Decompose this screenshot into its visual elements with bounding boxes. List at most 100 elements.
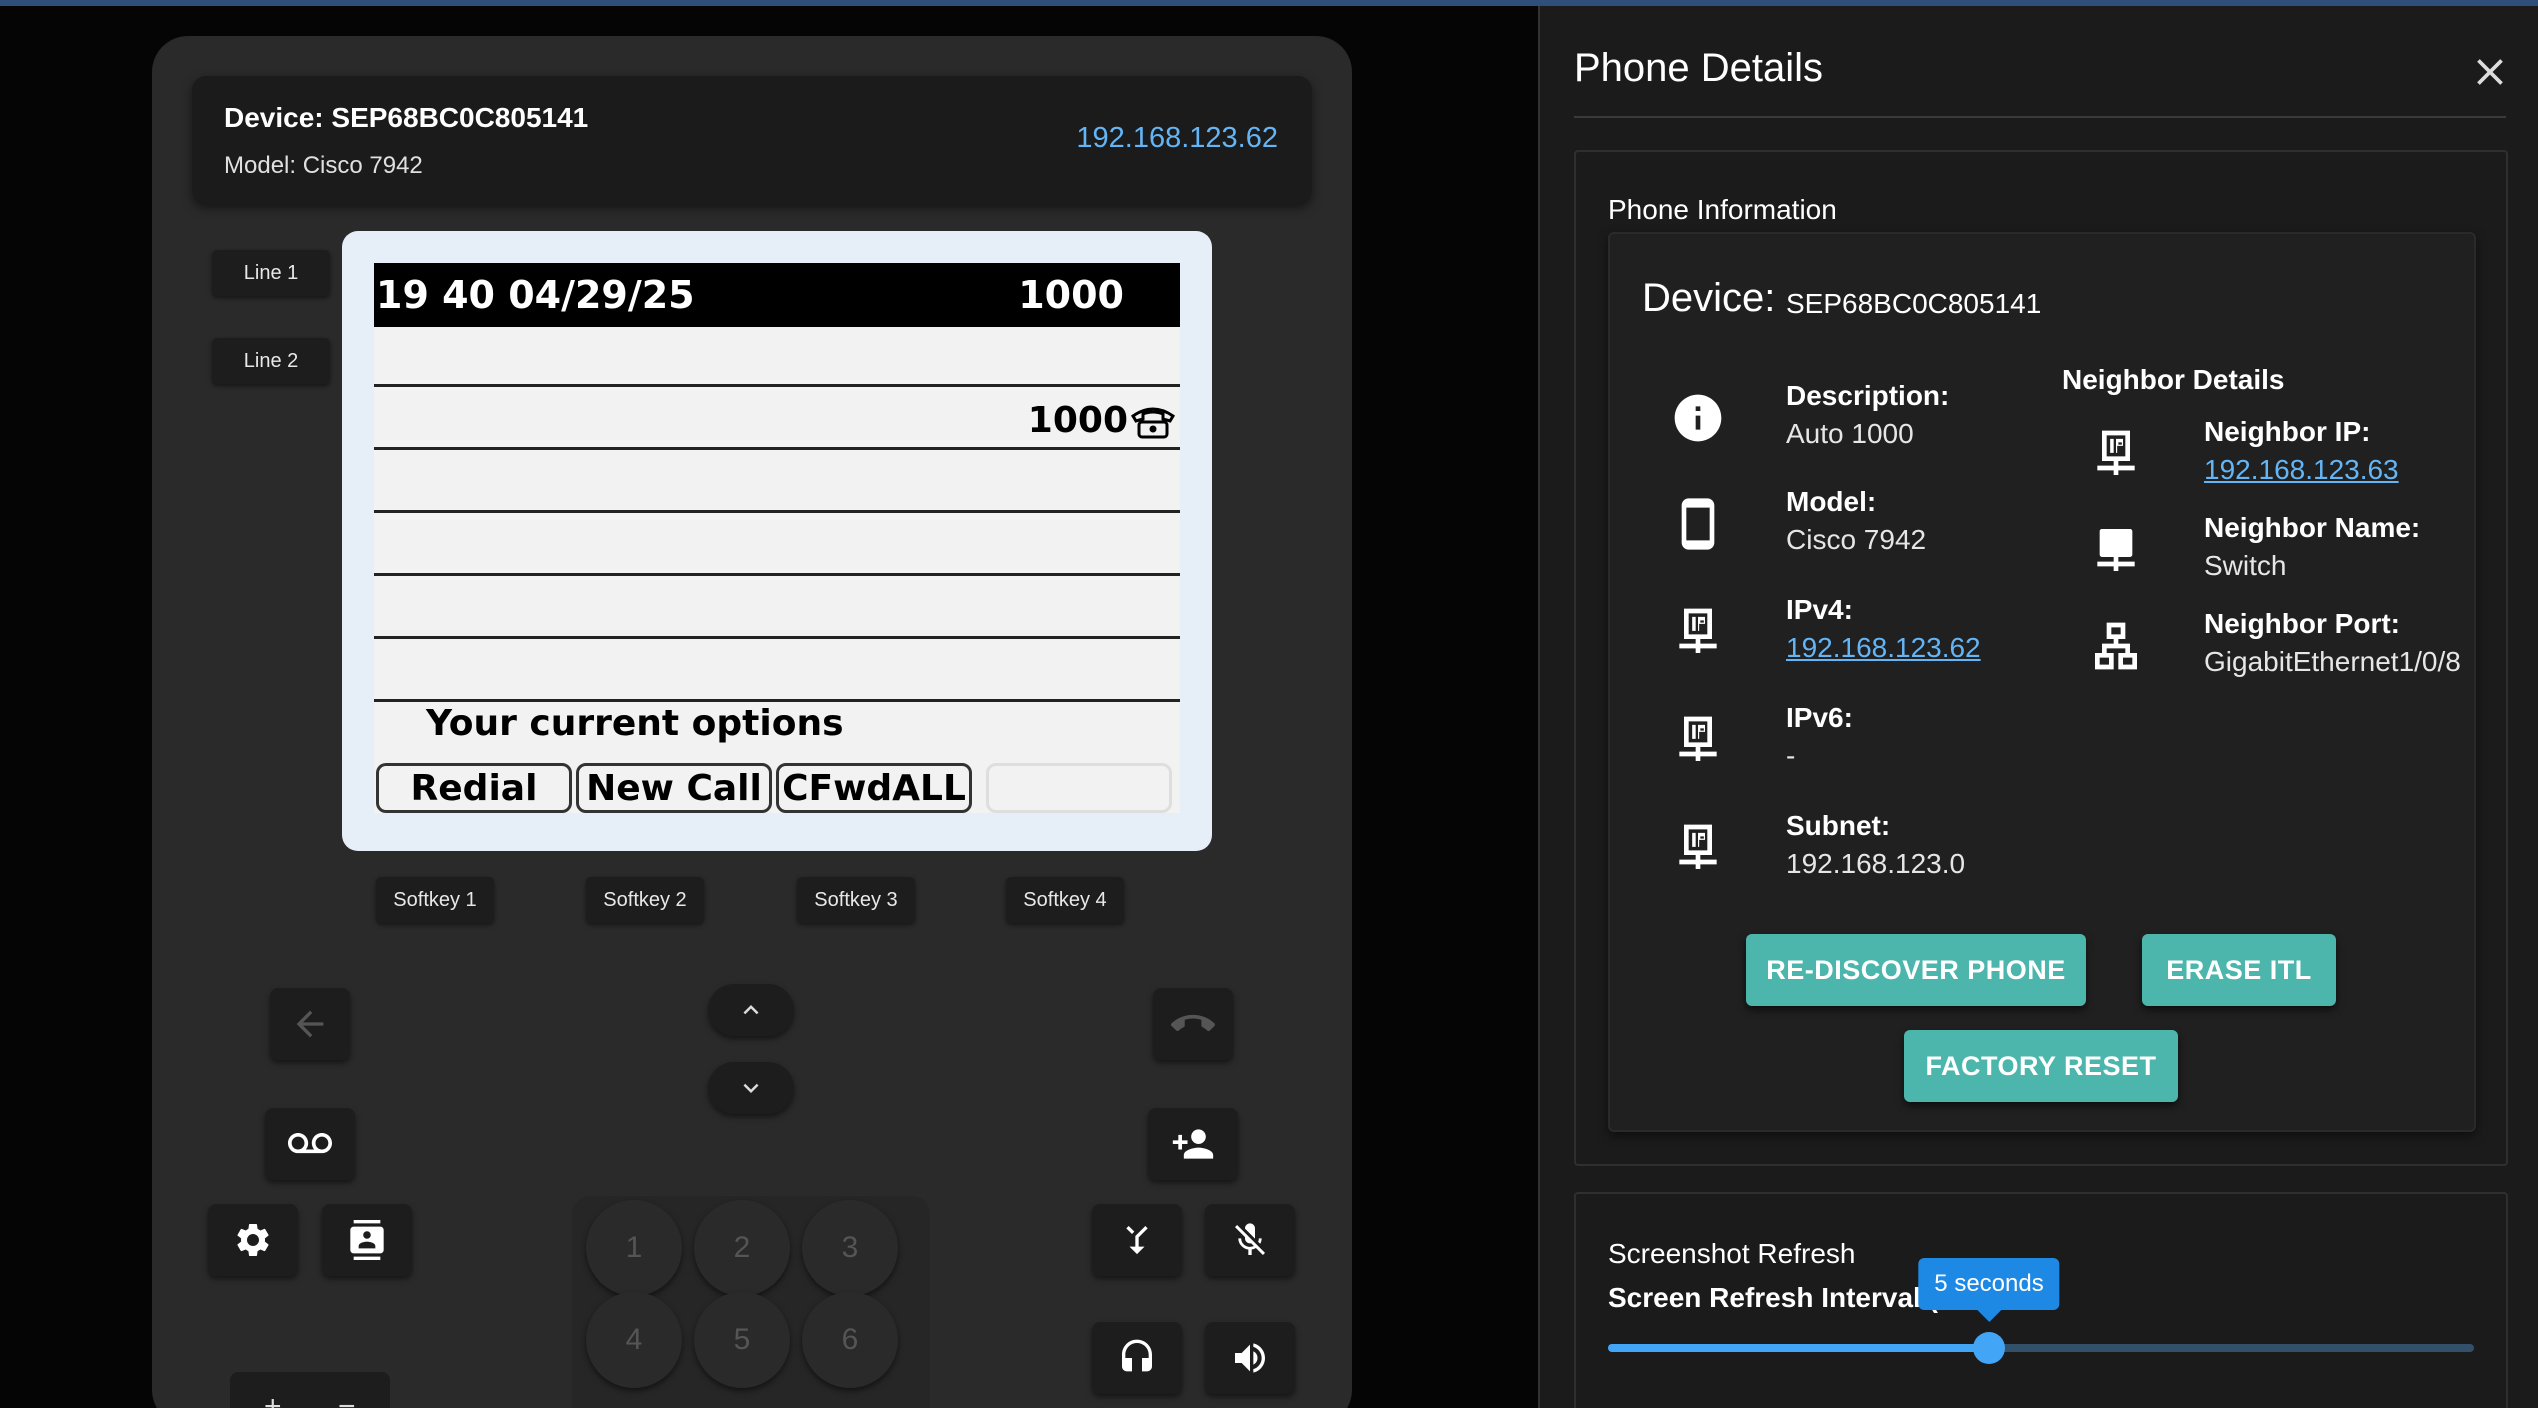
neighbor-ip-link[interactable]: 192.168.123.63 — [2204, 454, 2399, 486]
ipv6-label: IPv6: — [1786, 702, 1853, 733]
screen-row — [374, 516, 1180, 576]
device-ip: 192.168.123.62 — [1076, 122, 1278, 154]
screen-row — [374, 642, 1180, 702]
neighbor-ip-label: Neighbor IP: — [2204, 416, 2371, 447]
phone-information-card: Phone Information Device: SEP68BC0C80514… — [1574, 150, 2508, 1166]
softkey-1-button[interactable]: Softkey 1 — [376, 877, 494, 923]
subnet-label: Subnet: — [1786, 810, 1891, 841]
nav-up-button[interactable] — [708, 984, 794, 1036]
person-add-icon — [1172, 1129, 1214, 1159]
ip-network-icon — [1679, 716, 1717, 761]
phone-device-icon — [1681, 498, 1715, 550]
speaker-icon — [1235, 1343, 1265, 1373]
mute-button[interactable] — [1205, 1204, 1295, 1276]
screen-options-text: Your current options — [426, 703, 844, 744]
screenshot-refresh-card: Screenshot Refresh Screen Refresh Interv… — [1574, 1192, 2508, 1408]
switch-icon — [2097, 529, 2135, 571]
screen-line-row: 1000 — [374, 390, 1180, 450]
line-1-button[interactable]: Line 1 — [212, 250, 330, 296]
refresh-interval-label: Screen Refresh Interval ( — [1608, 1282, 1938, 1313]
back-button[interactable] — [270, 988, 350, 1060]
device-model: Model: Cisco 7942 — [224, 152, 423, 179]
call-merge-icon — [1126, 1225, 1148, 1255]
rediscover-phone-button[interactable]: RE-DISCOVER PHONE — [1746, 934, 2086, 1006]
erase-itl-button[interactable]: ERASE ITL — [2142, 934, 2336, 1006]
screen-softkey-new-call: New Call — [576, 763, 772, 813]
voicemail-icon — [288, 1133, 332, 1154]
screen-softkey-cfwdall: CFwdALL — [776, 763, 972, 813]
factory-reset-button[interactable]: FACTORY RESET — [1904, 1030, 2178, 1102]
softkey-4-button[interactable]: Softkey 4 — [1006, 877, 1124, 923]
arrow-left-icon — [296, 1010, 324, 1038]
ip-network-icon — [2097, 430, 2135, 475]
neighbor-port-value: GigabitEthernet1/0/8 — [2204, 646, 2461, 677]
info-icon — [1674, 394, 1722, 442]
close-icon[interactable] — [2468, 50, 2512, 94]
volume-down-button[interactable]: − — [338, 1390, 356, 1408]
neighbor-port-label: Neighbor Port: — [2204, 608, 2400, 639]
subnet-value: 192.168.123.0 — [1786, 848, 1966, 879]
phone-screen-frame: 19 40 04/29/25 1000 1000 Your current op… — [342, 231, 1212, 851]
screen-softkey-redial: Redial — [376, 763, 572, 813]
keypad: 1 2 3 4 5 6 — [572, 1196, 930, 1408]
neighbor-name-label: Neighbor Name: — [2204, 512, 2421, 543]
headset-icon — [1122, 1339, 1152, 1372]
line-2-button[interactable]: Line 2 — [212, 338, 330, 384]
phone-details-panel: Phone Details Phone Information Device: … — [1538, 6, 2538, 1408]
description-label: Description: — [1786, 380, 1950, 411]
softkey-3-button[interactable]: Softkey 3 — [797, 877, 915, 923]
contacts-button[interactable] — [322, 1204, 412, 1276]
screen-row — [374, 453, 1180, 513]
volume-up-button[interactable]: + — [264, 1390, 282, 1408]
refresh-card-title: Screenshot Refresh — [1608, 1238, 1856, 1269]
nav-down-button[interactable] — [708, 1062, 794, 1114]
screen-extension: 1000 — [1018, 273, 1124, 317]
device-header: Device: SEP68BC0C805141 Model: Cisco 794… — [192, 76, 1312, 204]
screen-status-bar: 19 40 04/29/25 1000 — [374, 263, 1180, 327]
hang-up-icon — [1171, 1014, 1215, 1032]
screen-line-number: 1000 — [1027, 400, 1128, 441]
neighbor-details-header: Neighbor Details — [2062, 364, 2285, 395]
gear-icon — [237, 1224, 269, 1256]
ip-network-icon — [1679, 824, 1717, 869]
keypad-key-5[interactable]: 5 — [694, 1292, 790, 1388]
model-label: Model: — [1786, 486, 1877, 517]
keypad-key-2[interactable]: 2 — [694, 1200, 790, 1296]
mic-off-icon — [1235, 1223, 1265, 1255]
panel-divider — [1574, 116, 2506, 118]
settings-button[interactable] — [208, 1204, 298, 1276]
volume-control: + − — [230, 1372, 390, 1408]
keypad-key-4[interactable]: 4 — [586, 1292, 682, 1388]
slider-fill — [1608, 1344, 1989, 1352]
description-value: Auto 1000 — [1786, 418, 1914, 449]
add-contact-button[interactable] — [1148, 1108, 1238, 1180]
speaker-button[interactable] — [1205, 1322, 1295, 1394]
screen-time: 19 40 04/29/25 — [376, 273, 695, 317]
device-label: Device: — [1642, 276, 1776, 320]
lan-icon — [2095, 622, 2137, 670]
voicemail-button[interactable] — [265, 1108, 355, 1180]
slider-tooltip: 5 seconds — [1918, 1258, 2060, 1322]
refresh-interval-slider[interactable] — [1608, 1332, 2474, 1364]
headset-button[interactable] — [1092, 1322, 1182, 1394]
telephone-icon — [1130, 407, 1176, 439]
hang-up-button[interactable] — [1153, 988, 1233, 1060]
device-title: Device: SEP68BC0C805141 — [224, 102, 589, 133]
screen-row — [374, 579, 1180, 639]
transfer-button[interactable] — [1092, 1204, 1182, 1276]
keypad-key-1[interactable]: 1 — [586, 1200, 682, 1296]
phone-screen: 19 40 04/29/25 1000 1000 Your current op… — [374, 263, 1180, 813]
ip-network-icon — [1679, 608, 1717, 653]
chevron-up-icon — [743, 1005, 759, 1015]
ipv6-value: - — [1786, 740, 1796, 771]
keypad-key-3[interactable]: 3 — [802, 1200, 898, 1296]
softkey-2-button[interactable]: Softkey 2 — [586, 877, 704, 923]
phone-information-content: Device: SEP68BC0C805141 Description: Aut… — [1608, 232, 2476, 1132]
slider-thumb[interactable] — [1973, 1332, 2005, 1364]
chevron-down-icon — [743, 1083, 759, 1093]
ipv4-label: IPv4: — [1786, 594, 1853, 625]
keypad-key-6[interactable]: 6 — [802, 1292, 898, 1388]
device-value: SEP68BC0C805141 — [1786, 288, 2042, 319]
contacts-icon — [350, 1220, 384, 1260]
ipv4-link[interactable]: 192.168.123.62 — [1786, 632, 1981, 664]
